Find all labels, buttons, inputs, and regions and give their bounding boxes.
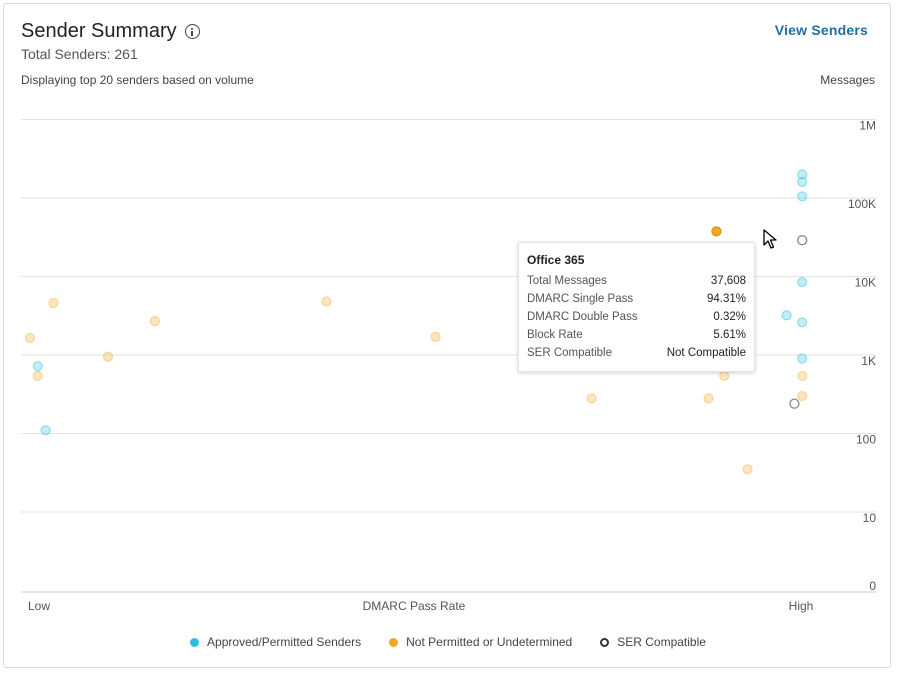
tooltip-row: DMARC Single Pass 94.31% — [527, 290, 746, 308]
data-point — [149, 316, 160, 327]
data-point — [24, 332, 36, 344]
tooltip-value: 94.31% — [706, 293, 746, 305]
legend-swatch-ser-compatible — [600, 637, 610, 647]
chart-legend: Approved/Permitted Senders Not Permitted… — [4, 635, 892, 649]
tooltip-row: SER Compatible Not Compatible — [527, 344, 746, 362]
legend-item-ser-compatible[interactable]: SER Compatible — [600, 635, 706, 649]
legend-item-approved[interactable]: Approved/Permitted Senders — [190, 635, 361, 649]
data-point — [797, 176, 808, 188]
tooltip-label: Total Messages — [527, 275, 607, 287]
data-point — [797, 191, 808, 202]
tooltip-label: SER Compatible — [527, 347, 613, 359]
legend-item-not-permitted[interactable]: Not Permitted or Undetermined — [389, 635, 572, 649]
data-point — [797, 353, 808, 364]
tooltip-value: 0.32% — [713, 311, 746, 323]
tooltip-label: DMARC Single Pass — [527, 293, 634, 305]
x-axis-title: DMARC Pass Rate — [363, 599, 466, 613]
data-point — [102, 351, 114, 362]
legend-label: SER Compatible — [617, 635, 706, 649]
data-point — [797, 235, 808, 246]
data-point — [703, 393, 714, 404]
x-axis-low-label: Low — [28, 599, 50, 613]
data-point — [797, 370, 808, 382]
data-point — [781, 310, 792, 321]
data-point — [797, 276, 808, 288]
sender-summary-card: Sender Summary Total Senders: 261 View S… — [3, 3, 891, 668]
tooltip-row: Block Rate 5.61% — [527, 326, 746, 344]
y-tick-label: 0 — [869, 579, 876, 593]
data-point — [797, 317, 808, 328]
y-tick-label: 1M — [859, 119, 876, 133]
tooltip-value: 37,608 — [710, 275, 746, 287]
scatter-plot: 0 10 100 1K 10K 100K 1M Low DMARC Pass Rate High — [21, 119, 876, 613]
legend-swatch-approved — [190, 637, 200, 647]
tooltip-label: DMARC Double Pass — [527, 311, 638, 323]
y-tick-label: 10K — [855, 276, 876, 290]
sender-tooltip: Office 365 Total Messages 37,608 DMARC S… — [518, 242, 755, 372]
y-tick-label: 100K — [848, 197, 876, 211]
mouse-cursor-icon — [763, 229, 777, 249]
tooltip-row: DMARC Double Pass 0.32% — [527, 308, 746, 326]
data-point — [40, 425, 51, 436]
data-point — [742, 464, 753, 475]
x-axis: Low DMARC Pass Rate High — [21, 591, 876, 613]
tooltip-row: Total Messages 37,608 — [527, 272, 746, 290]
y-tick-label: 100 — [856, 433, 876, 447]
data-point — [719, 370, 730, 382]
data-point — [321, 296, 332, 307]
legend-label: Not Permitted or Undetermined — [406, 635, 573, 649]
data-point — [48, 297, 59, 309]
y-tick-labels: 0 10 100 1K 10K 100K 1M — [848, 119, 876, 594]
data-point — [797, 390, 808, 402]
y-tick-label: 1K — [861, 354, 876, 368]
tooltip-value: 5.61% — [713, 329, 746, 341]
tooltip-title: Office 365 — [527, 253, 585, 267]
data-point — [586, 393, 597, 404]
x-axis-high-label: High — [789, 599, 814, 613]
data-point — [430, 331, 441, 343]
tooltip-value: Not Compatible — [666, 347, 746, 359]
tooltip-label: Block Rate — [527, 329, 583, 341]
legend-label: Approved/Permitted Senders — [207, 635, 362, 649]
data-point — [32, 361, 43, 372]
data-point — [32, 370, 43, 382]
legend-swatch-not-permitted — [389, 637, 399, 647]
data-point — [789, 398, 800, 409]
highlighted-data-point — [711, 226, 722, 237]
y-tick-label: 10 — [863, 511, 877, 525]
